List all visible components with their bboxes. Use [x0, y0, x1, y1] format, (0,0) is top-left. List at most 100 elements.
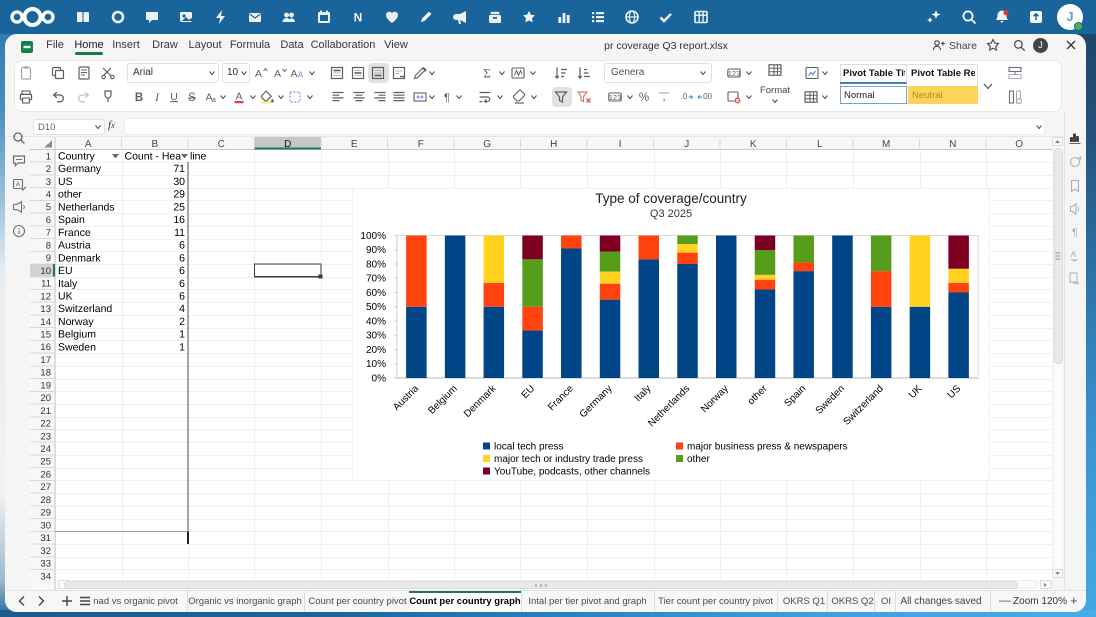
- svg-text:O: O: [1015, 139, 1023, 150]
- svg-text:11: 11: [174, 227, 185, 239]
- svg-text:other: other: [687, 454, 710, 465]
- svg-text:C: C: [218, 139, 225, 150]
- svg-text:Σ: Σ: [483, 66, 491, 81]
- svg-text:Denmark: Denmark: [58, 252, 101, 264]
- svg-text:I: I: [154, 92, 160, 104]
- svg-text:B: B: [151, 139, 158, 150]
- svg-text:14: 14: [40, 317, 51, 328]
- svg-text:A: A: [235, 91, 242, 103]
- svg-text:6: 6: [179, 265, 185, 277]
- svg-text:16: 16: [40, 342, 51, 353]
- svg-text:major tech or industry trade p: major tech or industry trade press: [494, 454, 643, 465]
- svg-text:Norway: Norway: [58, 316, 94, 328]
- svg-text:70%: 70%: [366, 274, 386, 285]
- svg-text:U: U: [170, 91, 178, 103]
- svg-text:2: 2: [46, 164, 51, 175]
- svg-text:Spain: Spain: [58, 214, 85, 226]
- svg-text:17: 17: [40, 355, 51, 366]
- svg-text:19: 19: [40, 380, 51, 391]
- svg-text:Belgium: Belgium: [58, 329, 96, 341]
- svg-text:A: A: [255, 68, 262, 80]
- svg-text:4: 4: [179, 303, 185, 315]
- svg-text:5: 5: [46, 202, 51, 213]
- svg-text:J: J: [684, 139, 689, 150]
- svg-text:12: 12: [40, 291, 51, 302]
- svg-text:A: A: [298, 71, 304, 80]
- svg-text:9: 9: [46, 253, 51, 264]
- svg-text:Type of coverage/country: Type of coverage/country: [595, 191, 747, 206]
- svg-text:A: A: [85, 139, 92, 150]
- svg-text:6: 6: [179, 291, 185, 303]
- svg-text:Country: Country: [58, 151, 96, 163]
- svg-text:60%: 60%: [366, 288, 386, 299]
- svg-text:22: 22: [40, 419, 51, 430]
- svg-text:other: other: [58, 189, 82, 201]
- svg-text:B: B: [135, 92, 143, 104]
- svg-text:10%: 10%: [366, 359, 386, 370]
- svg-text:E: E: [351, 139, 358, 150]
- svg-text:Switzerland: Switzerland: [58, 303, 112, 315]
- svg-text:US: US: [58, 176, 73, 188]
- svg-text:34: 34: [40, 571, 51, 582]
- svg-text:27: 27: [40, 482, 51, 493]
- svg-text:32: 32: [40, 546, 51, 557]
- svg-text:%: %: [639, 92, 649, 104]
- svg-text:¶: ¶: [444, 92, 450, 104]
- svg-text:Austria: Austria: [58, 240, 91, 252]
- svg-text:123: 123: [728, 69, 741, 78]
- svg-text:6: 6: [46, 215, 51, 226]
- svg-text:30: 30: [173, 176, 185, 188]
- svg-text:25: 25: [40, 457, 51, 468]
- svg-text:8: 8: [46, 240, 51, 251]
- svg-text:line: line: [190, 151, 207, 163]
- svg-text:F: F: [418, 139, 424, 150]
- svg-text:Sweden: Sweden: [58, 341, 96, 353]
- svg-text:6: 6: [179, 240, 185, 252]
- svg-text:18: 18: [40, 368, 51, 379]
- svg-text:D: D: [284, 139, 291, 150]
- svg-text:33: 33: [40, 559, 51, 570]
- svg-text:20: 20: [40, 393, 51, 404]
- svg-text:local tech press: local tech press: [494, 442, 563, 453]
- svg-text:21: 21: [40, 406, 51, 417]
- svg-text:6: 6: [179, 278, 185, 290]
- svg-text:25: 25: [173, 201, 185, 213]
- svg-text:24: 24: [40, 444, 51, 455]
- svg-text:.0: .0: [681, 92, 688, 101]
- svg-text:A: A: [1071, 249, 1077, 259]
- svg-text:N: N: [354, 11, 363, 25]
- svg-text:¶: ¶: [1072, 227, 1078, 239]
- svg-text:M: M: [882, 139, 890, 150]
- svg-text:23: 23: [40, 431, 51, 442]
- svg-text:A: A: [274, 68, 281, 80]
- svg-text:1: 1: [179, 329, 185, 341]
- svg-text:29: 29: [40, 508, 51, 519]
- svg-text:EU: EU: [58, 265, 73, 277]
- svg-text:40%: 40%: [366, 316, 386, 327]
- svg-text:28: 28: [40, 495, 51, 506]
- svg-text:6: 6: [179, 252, 185, 264]
- svg-text:1: 1: [179, 341, 185, 353]
- svg-text:,: ,: [662, 89, 665, 103]
- svg-text:11: 11: [41, 279, 51, 290]
- svg-text:major business press & newspap: major business press & newspapers: [687, 442, 848, 453]
- svg-text:Italy: Italy: [58, 278, 78, 290]
- svg-text:.00: .00: [701, 92, 713, 101]
- svg-text:Germany: Germany: [58, 163, 102, 175]
- svg-text:France: France: [58, 227, 91, 239]
- svg-text:31: 31: [40, 533, 51, 544]
- svg-text:80%: 80%: [366, 259, 386, 270]
- svg-text:7: 7: [46, 228, 51, 239]
- svg-text:10: 10: [40, 266, 51, 277]
- svg-text:16: 16: [173, 214, 185, 226]
- svg-text:A: A: [16, 182, 21, 189]
- svg-text:30: 30: [40, 520, 51, 531]
- svg-text:Q3 2025: Q3 2025: [650, 208, 692, 220]
- svg-text:3: 3: [46, 177, 51, 188]
- svg-text:G: G: [483, 139, 491, 150]
- svg-text:1: 1: [46, 151, 51, 162]
- svg-text:90%: 90%: [366, 245, 386, 256]
- svg-text:30%: 30%: [366, 331, 386, 342]
- svg-text:UK: UK: [58, 291, 73, 303]
- svg-text:A: A: [290, 68, 297, 80]
